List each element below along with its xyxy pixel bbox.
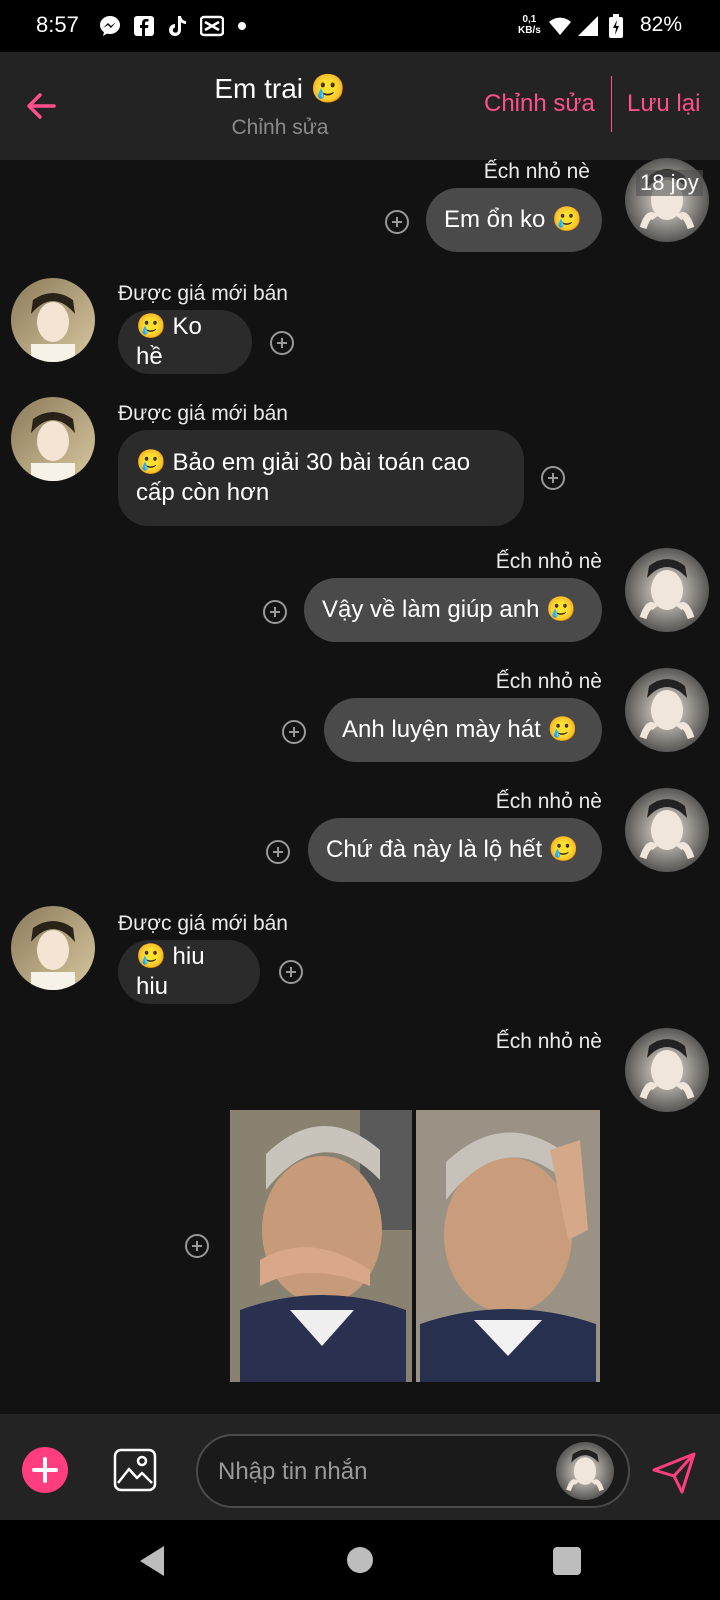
signal-icon	[576, 14, 600, 38]
save-button[interactable]: Lưu lại	[627, 90, 700, 118]
add-reaction-icon[interactable]	[281, 719, 307, 745]
message-bubble[interactable]: 🥲 hiu hiu	[118, 940, 260, 1004]
facebook-icon	[132, 14, 156, 38]
add-reaction-icon[interactable]	[262, 599, 288, 625]
chat-subtitle: Chỉnh sửa	[231, 116, 329, 139]
chat-title: Em trai 🥲	[214, 73, 346, 104]
add-reaction-icon[interactable]	[184, 1233, 210, 1259]
add-reaction-icon[interactable]	[540, 465, 566, 491]
avatar[interactable]	[625, 1028, 709, 1112]
add-reaction-icon[interactable]	[278, 959, 304, 985]
image-icon[interactable]	[112, 1447, 158, 1493]
battery-percentage: 82%	[640, 13, 683, 36]
message-bubble[interactable]: Anh luyện mày hát 🥲	[324, 698, 602, 762]
net-speed: 0,1 KB/s	[518, 14, 541, 36]
message-bubble[interactable]: 🥲 Bảo em giải 30 bài toán cao cấp còn hơ…	[118, 430, 524, 526]
capcut-icon	[200, 14, 224, 38]
nav-back-icon[interactable]	[136, 1544, 168, 1578]
message-bubble[interactable]: 🥲 Ko hề	[118, 310, 252, 374]
message-sender: Được giá mới bán	[118, 282, 288, 305]
plus-icon[interactable]	[22, 1447, 68, 1493]
message-composer	[0, 1414, 720, 1520]
status-time: 8:57	[36, 12, 79, 37]
message-sender: Được giá mới bán	[118, 402, 288, 425]
messenger-icon	[98, 14, 122, 38]
system-nav-bar	[0, 1520, 720, 1600]
chat-header: Em trai 🥲 Chỉnh sửa Chỉnh sửa Lưu lại	[0, 52, 720, 160]
message-sender: Được giá mới bán	[118, 912, 288, 935]
message-sender: Ếch nhỏ nè	[495, 670, 602, 693]
back-arrow-icon[interactable]	[22, 86, 62, 126]
edit-button[interactable]: Chỉnh sửa	[484, 90, 595, 118]
wifi-icon	[548, 14, 572, 38]
header-divider	[611, 76, 612, 132]
nav-home-icon[interactable]	[346, 1546, 374, 1574]
photo-attachment[interactable]	[230, 1110, 600, 1382]
status-bar: 8:57 0,1 KB/s 82%	[0, 0, 720, 52]
nav-recents-icon[interactable]	[552, 1546, 582, 1576]
dot-icon	[230, 14, 254, 38]
avatar[interactable]	[11, 278, 95, 362]
avatar[interactable]	[625, 668, 709, 752]
message-input-box[interactable]	[196, 1434, 630, 1508]
add-reaction-icon[interactable]	[384, 209, 410, 235]
message-bubble[interactable]: Vậy về làm giúp anh 🥲	[304, 578, 602, 642]
avatar[interactable]	[11, 906, 95, 990]
add-reaction-icon[interactable]	[265, 839, 291, 865]
message-bubble[interactable]: Chứ đà này là lộ hết 🥲	[308, 818, 602, 882]
avatar[interactable]	[625, 548, 709, 632]
send-icon[interactable]	[650, 1448, 698, 1496]
message-input[interactable]	[216, 1452, 540, 1492]
battery-icon	[604, 14, 628, 38]
message-sender: Ếch nhỏ nè	[495, 1030, 602, 1053]
avatar[interactable]	[11, 397, 95, 481]
message-bubble[interactable]: Em ổn ko 🥲	[426, 188, 602, 252]
message-sender: Ếch nhỏ nè	[495, 550, 602, 573]
net-speed-unit: KB/s	[518, 25, 541, 36]
sticker-label: 18 joy	[636, 170, 703, 196]
net-speed-value: 0,1	[522, 14, 537, 25]
avatar[interactable]	[556, 1442, 614, 1500]
message-sender: Ếch nhỏ nè	[495, 790, 602, 813]
message-sender: Ếch nhỏ nè	[483, 160, 590, 183]
avatar[interactable]	[625, 788, 709, 872]
add-reaction-icon[interactable]	[269, 330, 295, 356]
tiktok-icon	[166, 14, 190, 38]
